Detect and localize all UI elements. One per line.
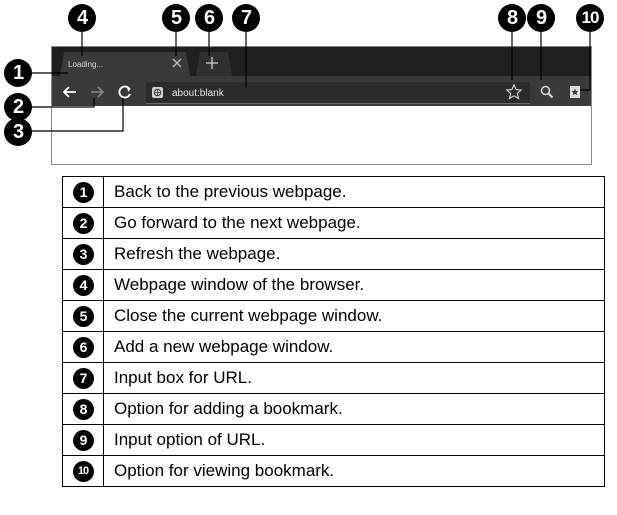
legend-table: 1 Back to the previous webpage. 2 Go for…	[62, 176, 605, 487]
refresh-icon[interactable]	[116, 83, 134, 101]
url-text: about:blank	[172, 88, 224, 99]
legend-number: 10	[72, 460, 94, 482]
legend-number: 6	[72, 336, 94, 358]
legend-row: 4 Webpage window of the browser.	[62, 269, 605, 301]
close-icon[interactable]	[170, 55, 184, 71]
bookmark-icon[interactable]	[566, 83, 584, 101]
forward-arrow-icon[interactable]	[88, 83, 106, 101]
legend-text: Back to the previous webpage.	[103, 176, 605, 208]
legend-number: 9	[72, 429, 94, 451]
legend-number: 2	[72, 212, 94, 234]
legend-text: Input option of URL.	[103, 424, 605, 456]
legend-number: 4	[72, 274, 94, 296]
star-icon[interactable]	[505, 83, 523, 101]
legend-number: 8	[72, 398, 94, 420]
legend-text: Input box for URL.	[103, 362, 605, 394]
callout-10: 10	[576, 4, 604, 32]
callout-1: 1	[4, 59, 32, 87]
legend-row: 6 Add a new webpage window.	[62, 331, 605, 363]
legend-text: Add a new webpage window.	[103, 331, 605, 363]
legend-number: 3	[72, 243, 94, 265]
legend-row: 9 Input option of URL.	[62, 424, 605, 456]
legend-number: 1	[72, 181, 94, 203]
callout-6: 6	[195, 4, 223, 32]
globe-icon	[152, 87, 163, 98]
back-arrow-icon[interactable]	[61, 83, 79, 101]
browser-screenshot: Loading... about:blank	[51, 46, 592, 165]
legend-row: 2 Go forward to the next webpage.	[62, 207, 605, 239]
legend-text: Refresh the webpage.	[103, 238, 605, 270]
legend-text: Close the current webpage window.	[103, 300, 605, 332]
callout-5: 5	[162, 4, 190, 32]
callout-9: 9	[527, 4, 555, 32]
legend-text: Option for adding a bookmark.	[103, 393, 605, 425]
legend-number: 5	[72, 305, 94, 327]
callout-4: 4	[68, 4, 96, 32]
tab-title: Loading...	[68, 60, 104, 69]
legend-text: Webpage window of the browser.	[103, 269, 605, 301]
search-icon[interactable]	[538, 83, 556, 101]
legend-row: 1 Back to the previous webpage.	[62, 176, 605, 208]
legend-number: 7	[72, 367, 94, 389]
legend-row: 8 Option for adding a bookmark.	[62, 393, 605, 425]
legend-text: Go forward to the next webpage.	[103, 207, 605, 239]
legend-row: 3 Refresh the webpage.	[62, 238, 605, 270]
legend-row: 10 Option for viewing bookmark.	[62, 455, 605, 487]
legend-row: 5 Close the current webpage window.	[62, 300, 605, 332]
page-content	[52, 106, 591, 164]
legend-row: 7 Input box for URL.	[62, 362, 605, 394]
callout-8: 8	[498, 4, 526, 32]
callout-2: 2	[4, 93, 32, 121]
legend-text: Option for viewing bookmark.	[103, 455, 605, 487]
callout-3: 3	[4, 118, 32, 146]
plus-icon[interactable]	[204, 55, 220, 71]
callout-7: 7	[232, 4, 260, 32]
